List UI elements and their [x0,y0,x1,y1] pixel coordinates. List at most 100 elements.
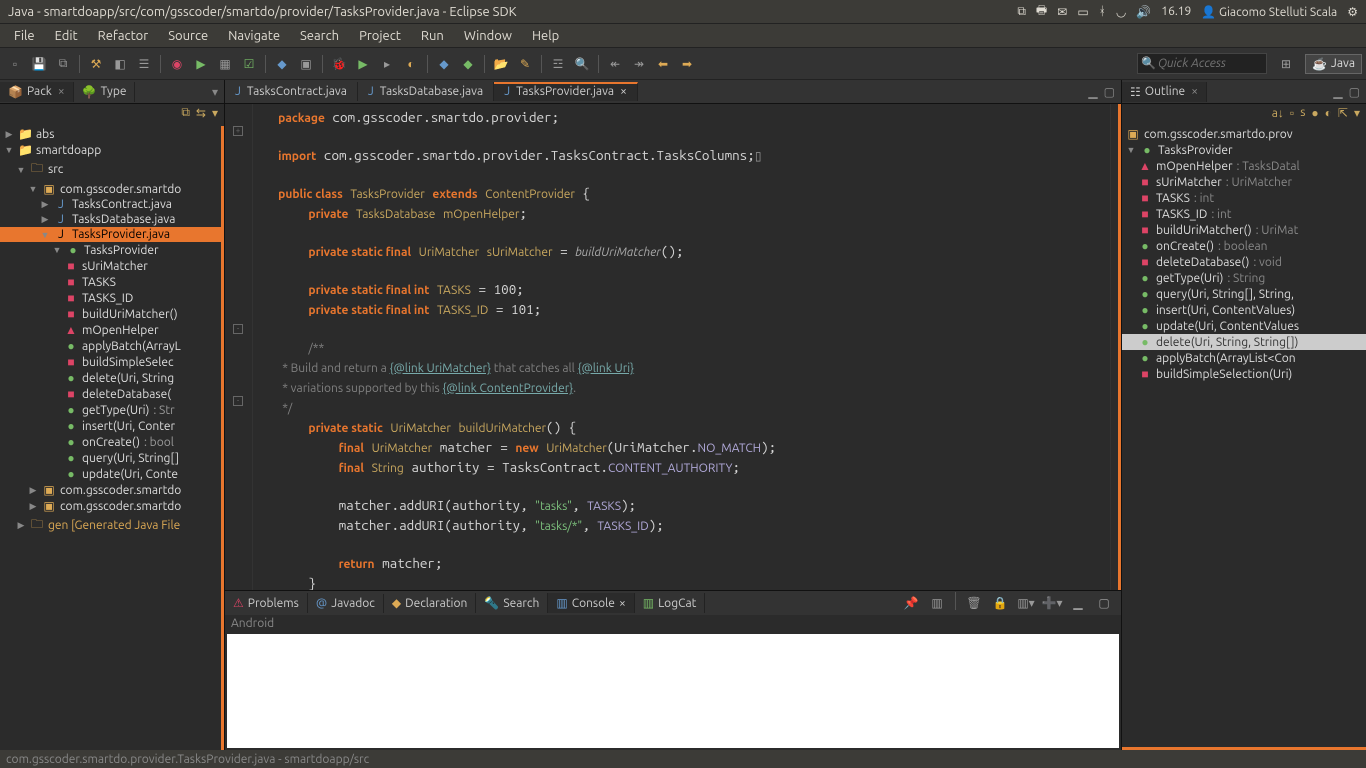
save-icon[interactable]: 💾 [28,53,50,75]
open-perspective-icon[interactable]: ⊞ [1275,53,1297,75]
new-package-icon[interactable]: ◆ [457,53,479,75]
tree-member[interactable]: ●getType(Uri): Str [0,402,221,418]
outline-icon[interactable]: ☰ [133,53,155,75]
tab-type-hierarchy[interactable]: 🌳 Type [74,82,136,102]
link-editor-icon[interactable]: ⇆ [196,106,206,124]
collapse-all-icon[interactable]: ⧉ [181,106,190,124]
menu-help[interactable]: Help [524,27,567,45]
new-icon[interactable]: ▫ [4,53,26,75]
menu-edit[interactable]: Edit [47,27,86,45]
new-class-icon[interactable]: ◆ [433,53,455,75]
code-editor[interactable]: + - - package com.gsscoder.smartdo.provi… [225,104,1121,590]
tab-javadoc[interactable]: @Javadoc [308,594,384,613]
tree-member[interactable]: ■buildUriMatcher() [0,306,221,322]
outline-item[interactable]: ●getType(Uri) : String [1122,270,1366,286]
outline-item[interactable]: ●query(Uri, String[], String, [1122,286,1366,302]
focus-icon[interactable]: ⇱ [1338,106,1348,124]
editor-tab-contract[interactable]: JTasksContract.java [225,82,358,101]
display-icon[interactable]: ▥ [926,592,948,614]
fold-icon[interactable]: - [233,324,243,334]
sdk-icon[interactable]: ▦ [214,53,236,75]
run-last-icon[interactable]: ▶ [190,53,212,75]
tasks-icon[interactable]: ☲ [547,53,569,75]
annotation-next-icon[interactable]: ↠ [628,53,650,75]
debug-icon[interactable]: 🐞 [328,53,350,75]
outline-item[interactable]: ●applyBatch(ArrayList<Con [1122,350,1366,366]
outline-item[interactable]: ■TASKS_ID : int [1122,206,1366,222]
dropbox-icon[interactable]: ⧉ [1017,5,1026,19]
tree-package[interactable]: ▼▣com.gsscoder.smartdo [0,181,221,197]
maximize-icon[interactable]: ▢ [1104,85,1115,99]
tree-src[interactable]: ▼🗀src [0,158,221,181]
tree-member[interactable]: ▲mOpenHelper [0,322,221,338]
outline-item[interactable]: ■TASKS : int [1122,190,1366,206]
outline-item[interactable]: ■buildSimpleSelection(Uri) [1122,366,1366,382]
pin-icon[interactable]: 📌 [900,592,922,614]
tree-file-provider[interactable]: ▼JTasksProvider.java [0,227,221,242]
tree-member[interactable]: ●delete(Uri, String [0,370,221,386]
edit-icon[interactable]: ✎ [514,53,536,75]
stop-icon[interactable]: ◉ [166,53,188,75]
forward-icon[interactable]: ➡ [676,53,698,75]
search-icon[interactable]: 🔍 [571,53,593,75]
outline-tree[interactable]: ▣com.gsscoder.smartdo.prov ▼●TasksProvid… [1122,126,1366,750]
tab-outline[interactable]: ☷ Outline × [1122,82,1207,102]
console-select-icon[interactable]: ▥▾ [1015,592,1037,614]
minimize-icon[interactable]: ▁ [1067,592,1089,614]
sort-icon[interactable]: a↓ [1272,106,1284,124]
maximize-icon[interactable]: ▢ [1349,85,1360,99]
tree-gen[interactable]: ▶🗀gen [Generated Java File [0,514,221,537]
tree-project-abs[interactable]: ▶📁abs [0,126,221,142]
view-menu-icon[interactable]: ▾ [212,85,218,99]
tab-declaration[interactable]: ◆Declaration [384,593,476,613]
hide-static-icon[interactable]: s [1300,106,1305,124]
save-all-icon[interactable]: ⧉ [52,53,74,75]
new-console-icon[interactable]: ➕▾ [1041,592,1063,614]
menu-window[interactable]: Window [456,27,520,45]
tree-member[interactable]: ●insert(Uri, Conter [0,418,221,434]
outline-item[interactable]: ■deleteDatabase() : void [1122,254,1366,270]
fold-icon[interactable]: + [233,126,243,136]
overview-ruler[interactable] [1110,104,1118,590]
hide-local-icon[interactable]: ◐ [1325,106,1332,124]
perspective-java[interactable]: ☕ Java [1305,54,1362,74]
tree-member[interactable]: ■TASKS_ID [0,290,221,306]
tree-member[interactable]: ●onCreate(): bool [0,434,221,450]
editor-gutter[interactable]: + - - [225,104,253,590]
quick-access[interactable]: 🔍 [1137,53,1267,74]
outline-item[interactable]: ■buildUriMatcher() : UriMat [1122,222,1366,238]
menu-run[interactable]: Run [413,27,452,45]
tab-console[interactable]: ▥Console × [548,593,634,613]
hide-fields-icon[interactable]: ▫ [1290,106,1294,124]
tree-member[interactable]: ●query(Uri, String[] [0,450,221,466]
outline-item[interactable]: ■sUriMatcher : UriMatcher [1122,174,1366,190]
close-icon[interactable]: × [619,597,626,610]
tab-package-explorer[interactable]: 📦 Pack × [0,82,74,102]
view-menu-icon[interactable]: ▾ [1354,106,1360,124]
toggle-icon[interactable]: ◧ [109,53,131,75]
mail-icon[interactable]: ✉ [1057,5,1067,19]
wifi-icon[interactable]: ◡ [1116,5,1126,19]
tree-project-smartdoapp[interactable]: ▼📁smartdoapp [0,142,221,158]
quick-access-input[interactable] [1137,53,1267,74]
run-ext-icon[interactable]: ▸ [376,53,398,75]
volume-icon[interactable]: 🔊 [1136,5,1151,19]
menu-source[interactable]: Source [160,27,216,45]
printer-icon[interactable]: 🖶 [1036,1,1047,22]
code-area[interactable]: package com.gsscoder.smartdo.provider; i… [253,104,1110,590]
back-icon[interactable]: ⬅ [652,53,674,75]
tree-file-contract[interactable]: ▶JTasksContract.java [0,197,221,212]
open-type-icon[interactable]: 📂 [490,53,512,75]
view-dropdown-icon[interactable]: ▾ [212,106,218,124]
tree-package-3[interactable]: ▶▣com.gsscoder.smartdo [0,498,221,514]
outline-class[interactable]: ▼●TasksProvider [1122,142,1366,158]
build-icon[interactable]: ⚒ [85,53,107,75]
tree-class-provider[interactable]: ▼●TasksProvider [0,242,221,258]
scroll-lock-icon[interactable]: 🔒 [989,592,1011,614]
bluetooth-icon[interactable]: ᚼ [1099,5,1106,18]
close-icon[interactable]: × [620,85,627,98]
clear-icon[interactable]: 🗑 [963,592,985,614]
outline-item[interactable]: ▲mOpenHelper : TasksDatal [1122,158,1366,174]
tree-file-database[interactable]: ▶JTasksDatabase.java [0,212,221,227]
tree-member[interactable]: ■buildSimpleSelec [0,354,221,370]
